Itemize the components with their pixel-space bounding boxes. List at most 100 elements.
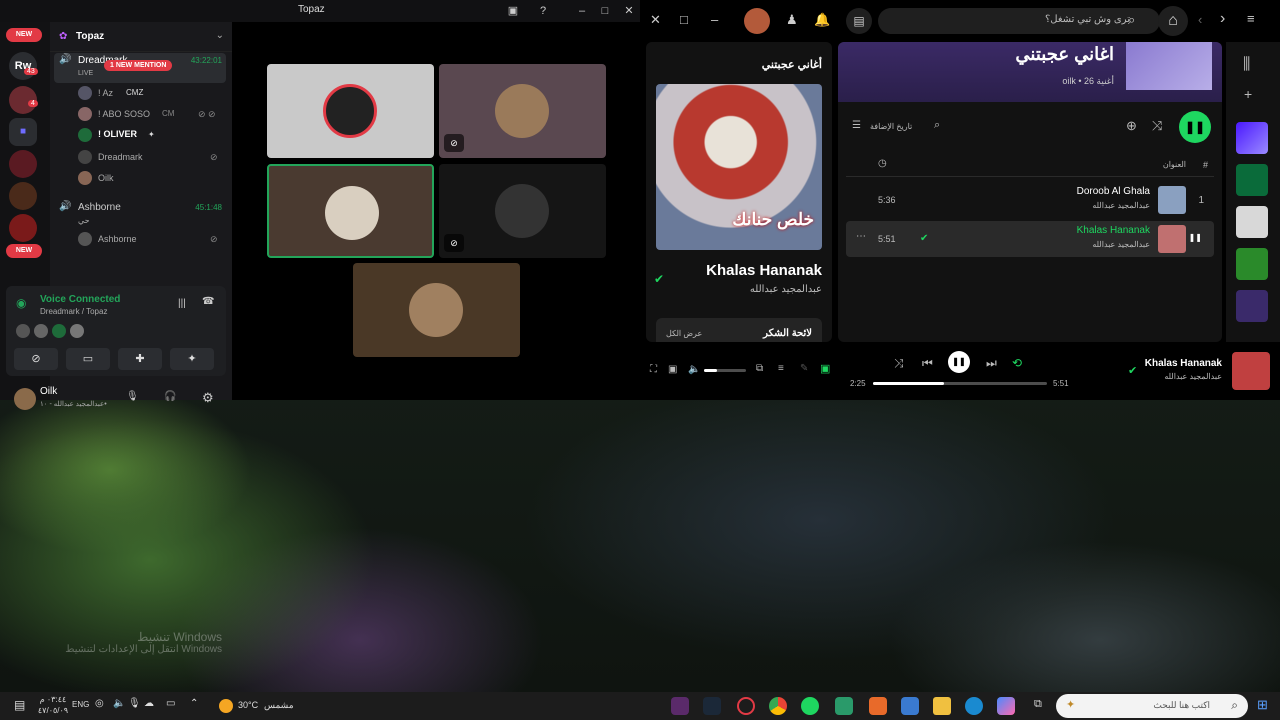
voice-member[interactable]: Ashborne ⊘ — [78, 232, 246, 248]
library-item[interactable] — [1236, 248, 1268, 280]
voice-member[interactable]: Dreadmark ⊘ — [78, 150, 246, 166]
volume-icon[interactable]: 🔈 — [688, 364, 700, 375]
saved-check-icon[interactable]: ✔ — [1128, 364, 1137, 377]
opera-icon[interactable] — [737, 697, 755, 715]
browse-icon[interactable]: ▤ — [846, 8, 872, 34]
player-track-title[interactable]: Khalas Hananak — [1145, 358, 1222, 369]
signal-icon[interactable]: ◉ — [16, 296, 26, 310]
notifications-bell-icon[interactable]: 🔔 — [814, 12, 830, 28]
saved-check-icon[interactable]: ✔ — [654, 272, 664, 286]
shuffle-icon[interactable]: ⤨ — [894, 356, 904, 371]
camera-off-button[interactable]: ⊘ — [14, 348, 58, 370]
server-icon[interactable] — [9, 182, 37, 210]
file-explorer-icon[interactable] — [933, 697, 951, 715]
shuffle-icon[interactable]: ⤨ — [1152, 118, 1162, 134]
battery-icon[interactable]: ▭ — [166, 698, 175, 709]
clock-date[interactable]: ٤٧/٠٥/٠٩ — [36, 706, 70, 715]
folder-icon[interactable]: ■ — [9, 118, 37, 146]
volume-icon[interactable]: 🔈 — [113, 698, 125, 709]
progress-bar[interactable] — [873, 382, 1047, 385]
player-track-artist[interactable]: عبدالمجيد عبدالله — [1164, 372, 1222, 381]
queue-icon[interactable]: ≡ — [778, 363, 784, 374]
voice-member[interactable]: ! ABO SOSO CM ⊘ ⊘ — [78, 107, 246, 123]
inbox-icon[interactable]: ▣ — [502, 2, 524, 20]
library-item[interactable] — [1236, 290, 1268, 322]
track-artist[interactable]: عبدالمجيد عبدالله — [1092, 240, 1150, 249]
profile-avatar[interactable] — [744, 8, 770, 34]
weather-temp[interactable]: 30°C — [238, 700, 258, 710]
copilot-icon[interactable] — [997, 697, 1015, 715]
screen-share-button[interactable]: ▭ — [66, 348, 110, 370]
home-icon[interactable]: ⌂ — [1158, 6, 1188, 36]
more-options-icon[interactable]: ⋯ — [856, 231, 866, 242]
windows-start-icon[interactable]: ⊞ — [1257, 697, 1268, 713]
search-input[interactable]: ترى وش تبي تشغل؟ — [878, 8, 1160, 34]
pause-icon[interactable]: ❚❚ — [1189, 233, 1202, 242]
track-artist[interactable]: عبدالمجيد عبدالله — [1092, 201, 1150, 210]
close-button[interactable]: ✕ — [618, 2, 640, 20]
server-icon-rw[interactable]: Rw — [9, 52, 37, 80]
soundboard-button[interactable]: ✦ — [170, 348, 214, 370]
microphone-icon[interactable]: 🎙 — [128, 698, 141, 709]
edge-icon[interactable] — [965, 697, 983, 715]
track-title[interactable]: Doroob Al Ghala — [1077, 186, 1150, 197]
steam-icon[interactable] — [703, 697, 721, 715]
microphone-icon[interactable]: 🎙 — [126, 391, 139, 402]
chevron-left-icon[interactable]: ‹ — [1198, 12, 1202, 27]
network-icon[interactable]: ◎ — [95, 698, 104, 709]
next-icon[interactable]: ⏭ — [986, 356, 997, 371]
play-pause-button[interactable]: ❚❚ — [948, 351, 970, 373]
add-icon[interactable]: + — [1244, 86, 1252, 102]
repeat-icon[interactable]: ⟲ — [1012, 356, 1022, 370]
participant-tile[interactable]: ⊘ — [439, 64, 606, 158]
maximize-button[interactable]: □ — [594, 2, 616, 20]
participant-tile[interactable] — [353, 263, 520, 357]
voice-member[interactable]: Oilk — [78, 171, 246, 187]
download-icon[interactable]: ⊕ — [1126, 118, 1137, 134]
track-title[interactable]: Khalas Hananak — [706, 262, 822, 279]
voice-member[interactable]: ! OLIVER ✦ — [78, 128, 246, 144]
miniplayer-icon[interactable]: ▣ — [668, 364, 677, 375]
voice-member[interactable]: ! Az CMZ — [78, 86, 246, 102]
menu-icon[interactable]: ≡ — [1247, 11, 1255, 26]
taskbar-app-icon[interactable] — [869, 697, 887, 715]
server-icon[interactable] — [9, 214, 37, 242]
notification-center-icon[interactable]: ▤ — [14, 698, 25, 712]
close-icon[interactable]: ✕ — [650, 12, 661, 28]
volume-slider[interactable] — [704, 369, 746, 372]
taskbar-search-input[interactable]: ✦ اكتب هنا للبحث ⌕ — [1056, 694, 1248, 718]
avatar[interactable] — [14, 388, 36, 410]
chrome-icon[interactable] — [769, 697, 787, 715]
list-icon[interactable]: ☰ — [852, 120, 861, 131]
spotify-icon[interactable] — [801, 697, 819, 715]
saved-check-icon[interactable]: ✔ — [920, 233, 928, 244]
library-item[interactable] — [1236, 206, 1268, 238]
track-title[interactable]: Khalas Hananak — [1077, 225, 1150, 236]
fullscreen-icon[interactable]: ⛶ — [650, 364, 657, 375]
headphones-icon[interactable]: 🎧 — [164, 391, 176, 402]
saved-episodes-item[interactable] — [1236, 164, 1268, 196]
activities-button[interactable]: ✚ — [118, 348, 162, 370]
show-all-link[interactable]: عرض الكل — [666, 329, 702, 338]
mention-badge[interactable]: 1 NEW MENTION — [104, 60, 173, 71]
now-playing-view-icon[interactable]: ▣ — [820, 362, 830, 375]
onedrive-icon[interactable]: ☁ — [144, 698, 154, 709]
library-icon[interactable]: ⫼ — [1243, 56, 1250, 74]
liked-songs-item[interactable] — [1236, 122, 1268, 154]
taskbar-app-icon[interactable] — [671, 697, 689, 715]
server-header[interactable]: ✿ Topaz ⌄ — [50, 22, 232, 52]
player-cover[interactable] — [1232, 352, 1270, 390]
friends-icon[interactable]: ♟ — [786, 12, 798, 28]
minimize-button[interactable]: – — [571, 2, 593, 20]
search-icon[interactable]: ⌕ — [934, 119, 940, 132]
store-icon[interactable] — [901, 697, 919, 715]
maximize-icon[interactable]: □ — [680, 12, 688, 27]
server-icon[interactable] — [9, 150, 37, 178]
track-artist[interactable]: عبدالمجيد عبدالله — [750, 284, 822, 295]
help-icon[interactable]: ? — [532, 2, 554, 20]
sort-dropdown[interactable]: تاريخ الإضافة — [870, 122, 912, 131]
settings-gear-icon[interactable]: ⚙ — [202, 390, 214, 406]
taskbar-app-icon[interactable] — [835, 697, 853, 715]
previous-icon[interactable]: ⏮ — [922, 356, 933, 371]
noise-suppression-icon[interactable]: ||| — [178, 298, 186, 309]
